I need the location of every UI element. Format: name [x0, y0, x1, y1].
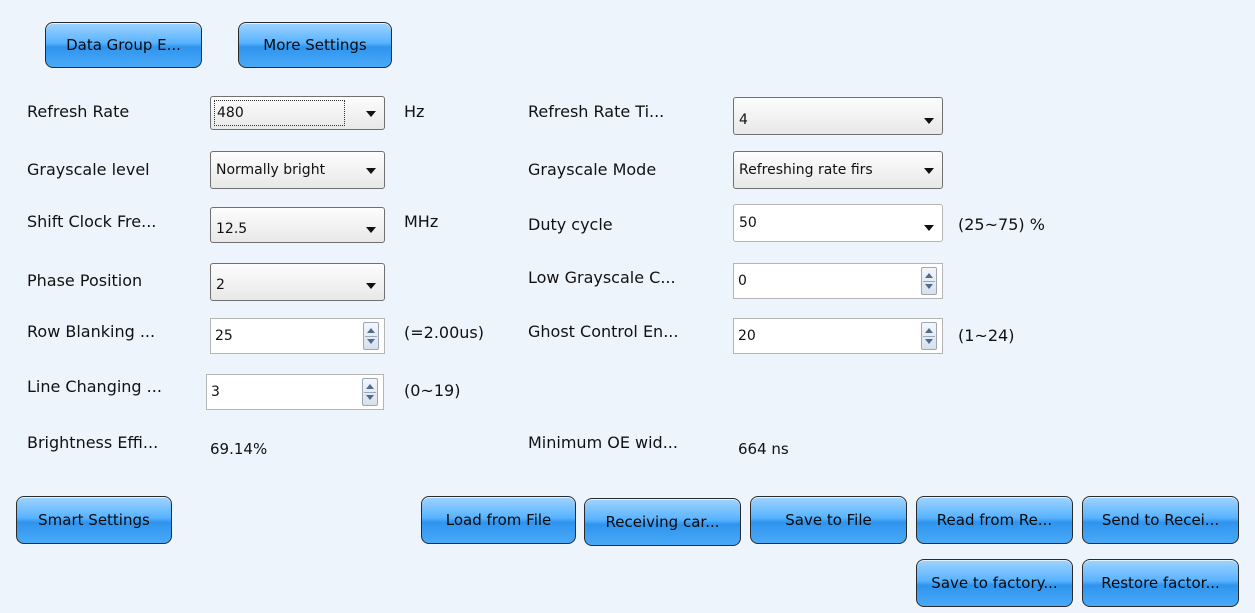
row-blanking-label: Row Blanking ...: [27, 322, 156, 341]
low-grayscale-stepper[interactable]: 0: [733, 263, 943, 299]
spinner-icon[interactable]: [921, 267, 937, 295]
refresh-rate-label: Refresh Rate: [27, 102, 130, 121]
save-to-file-button[interactable]: Save to File: [750, 496, 907, 544]
spinner-icon[interactable]: [362, 378, 378, 406]
grayscale-mode-value: Refreshing rate firs: [739, 162, 873, 178]
duty-cycle-value: 50: [739, 215, 757, 231]
duty-cycle-select[interactable]: 50: [733, 204, 943, 242]
refresh-rate-times-select[interactable]: 4: [733, 97, 943, 135]
spinner-icon[interactable]: [921, 322, 937, 350]
shift-clock-value: 12.5: [216, 221, 248, 238]
ghost-control-range: (1~24): [958, 326, 1015, 345]
row-blanking-note: (=2.00us): [404, 323, 484, 342]
phase-position-select[interactable]: 2: [210, 263, 385, 301]
spinner-icon[interactable]: [363, 322, 379, 350]
chevron-down-icon: [924, 225, 934, 231]
read-from-button[interactable]: Read from Re...: [916, 496, 1073, 544]
smart-settings-button[interactable]: Smart Settings: [16, 496, 172, 544]
phase-position-value: 2: [216, 276, 225, 293]
shift-clock-select[interactable]: 12.5: [210, 207, 385, 243]
phase-position-label: Phase Position: [27, 271, 143, 290]
shift-clock-label: Shift Clock Fre...: [27, 212, 157, 231]
more-settings-button[interactable]: More Settings: [238, 22, 392, 68]
data-group-button[interactable]: Data Group E...: [45, 22, 202, 68]
shift-clock-unit: MHz: [404, 212, 439, 231]
duty-cycle-label: Duty cycle: [528, 215, 613, 234]
line-changing-value: 3: [211, 384, 220, 400]
ghost-control-label: Ghost Control En...: [528, 322, 679, 341]
chevron-down-icon: [366, 111, 376, 117]
grayscale-level-select[interactable]: Normally bright: [210, 151, 385, 189]
load-from-file-button[interactable]: Load from File: [421, 496, 576, 544]
line-changing-label: Line Changing ...: [27, 377, 162, 396]
row-blanking-stepper[interactable]: 25: [210, 318, 385, 354]
save-to-factory-button[interactable]: Save to factory...: [916, 559, 1073, 607]
brightness-efficiency-value: 69.14%: [210, 440, 268, 458]
refresh-rate-unit: Hz: [404, 102, 425, 121]
chevron-down-icon: [366, 282, 376, 289]
ghost-control-value: 20: [738, 328, 756, 344]
minimum-oe-width-value: 664 ns: [738, 440, 789, 458]
low-grayscale-value: 0: [738, 273, 747, 289]
grayscale-mode-label: Grayscale Mode: [528, 160, 657, 179]
ghost-control-stepper[interactable]: 20: [733, 318, 943, 354]
receiving-card-button[interactable]: Receiving car...: [584, 498, 741, 546]
refresh-rate-value: 480: [214, 100, 345, 126]
chevron-down-icon: [924, 118, 934, 125]
chevron-down-icon: [366, 168, 376, 174]
low-grayscale-label: Low Grayscale C...: [528, 268, 676, 287]
line-changing-stepper[interactable]: 3: [206, 374, 384, 410]
chevron-down-icon: [924, 168, 934, 174]
send-to-button[interactable]: Send to Recei...: [1082, 496, 1239, 544]
minimum-oe-width-label: Minimum OE wid...: [528, 433, 678, 452]
refresh-rate-select[interactable]: 480: [210, 96, 385, 130]
line-changing-range: (0~19): [404, 381, 461, 400]
duty-cycle-range: (25~75) %: [958, 215, 1045, 234]
refresh-rate-times-value: 4: [739, 112, 748, 129]
brightness-efficiency-label: Brightness Effi...: [27, 433, 159, 452]
refresh-rate-times-label: Refresh Rate Ti...: [528, 102, 665, 121]
restore-factory-button[interactable]: Restore factor...: [1082, 559, 1239, 607]
grayscale-mode-select[interactable]: Refreshing rate firs: [733, 151, 943, 189]
chevron-down-icon: [366, 227, 376, 234]
grayscale-level-value: Normally bright: [216, 162, 326, 178]
row-blanking-value: 25: [215, 328, 233, 344]
grayscale-level-label: Grayscale level: [27, 160, 150, 179]
